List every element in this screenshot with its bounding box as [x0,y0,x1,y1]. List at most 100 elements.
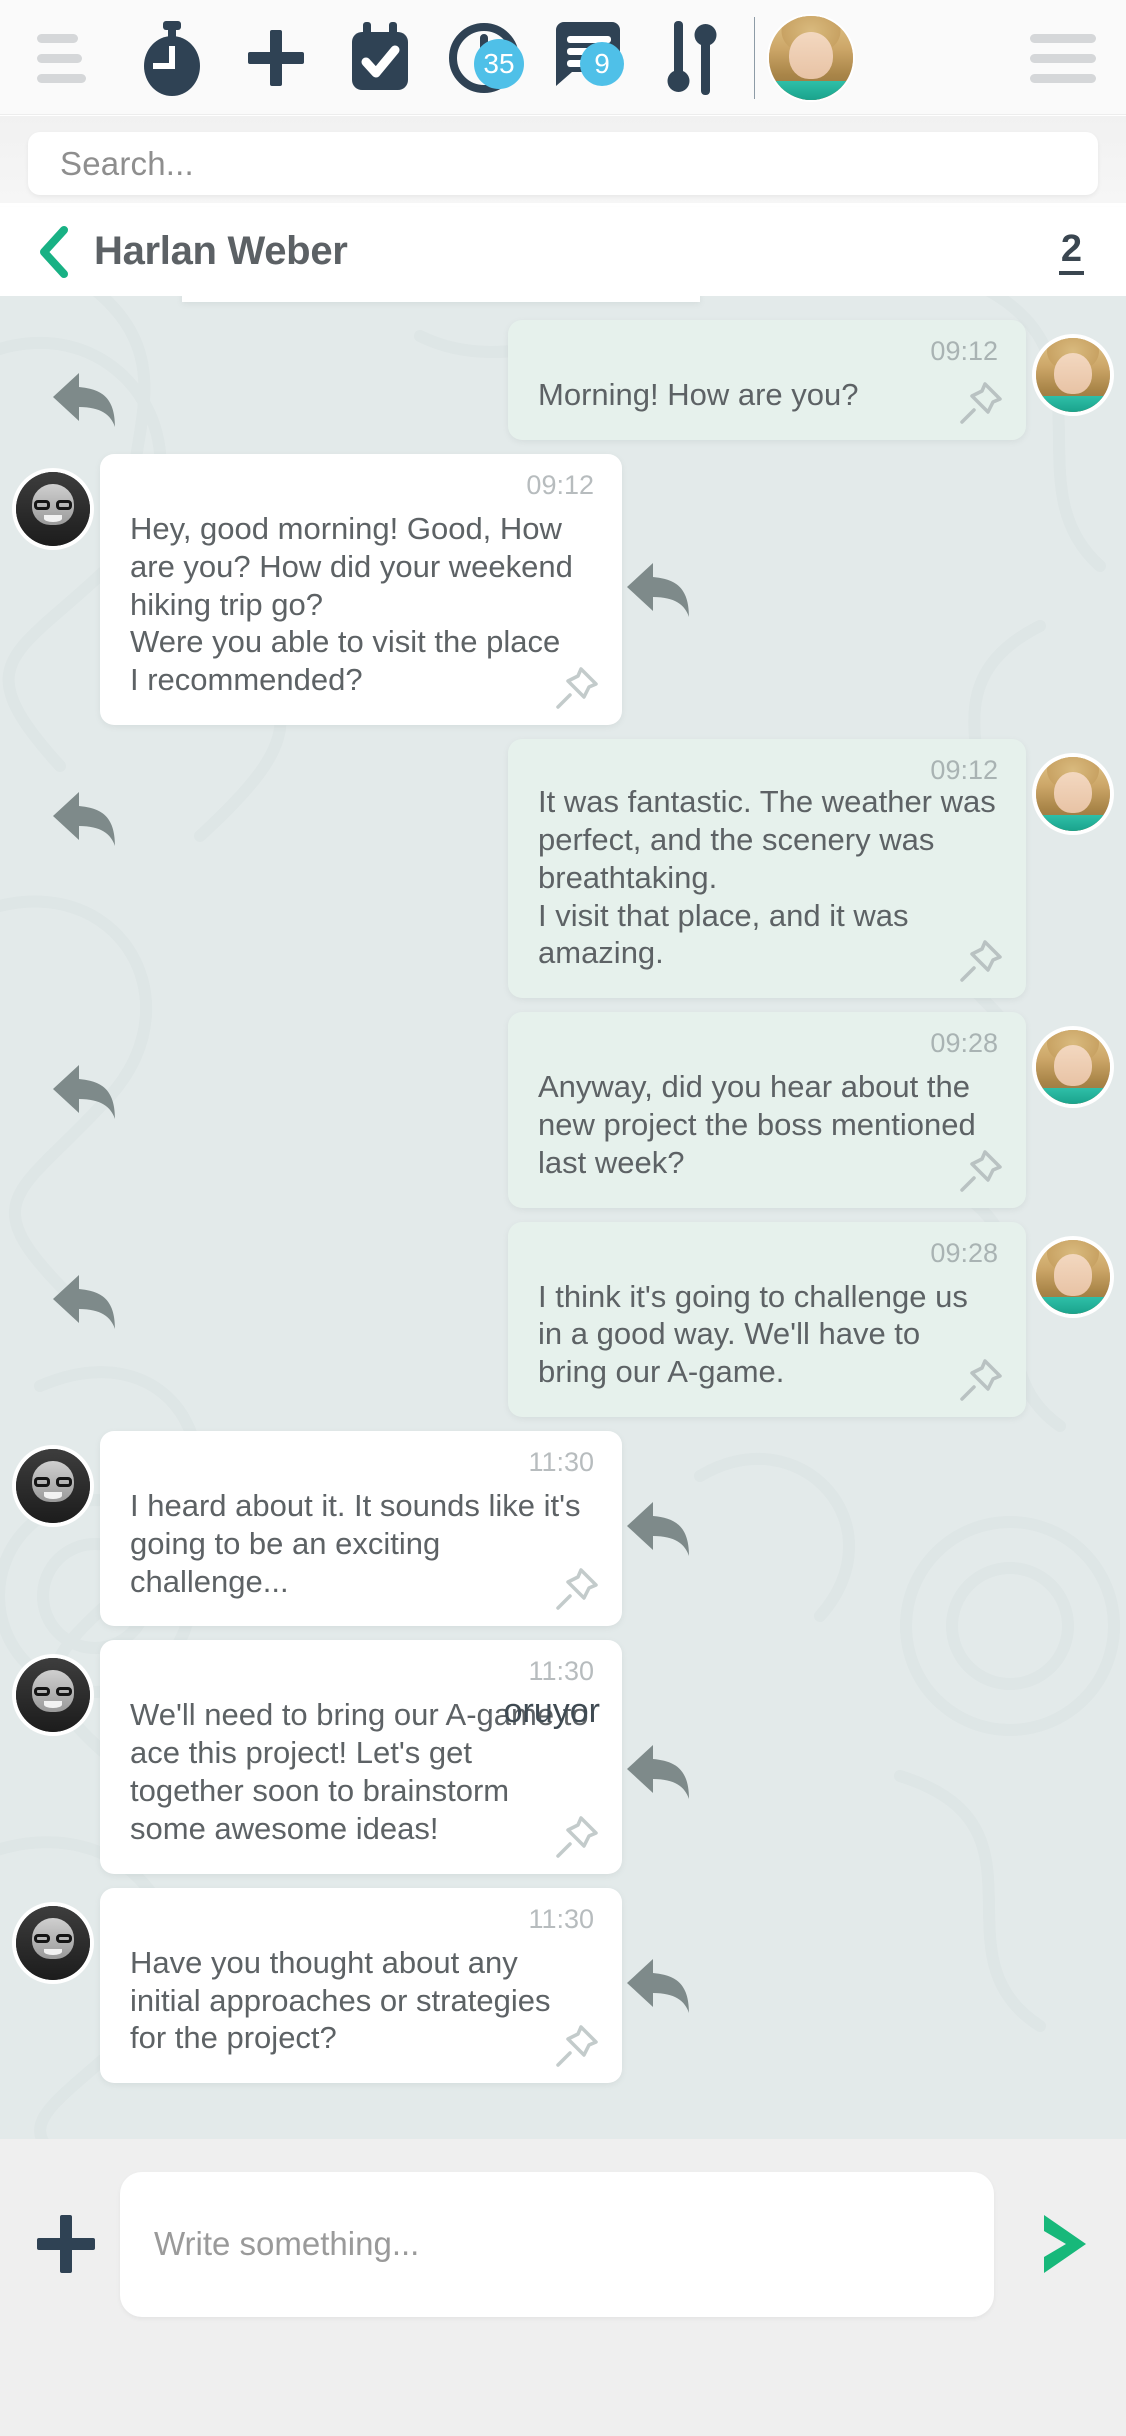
plus-icon[interactable] [224,0,328,115]
clock-badge: 35 [474,39,524,89]
message-time: 11:30 [528,1656,594,1687]
messages-scroll[interactable]: 09:12 Morning! How are you? 09:12 Hey, g… [0,296,1126,2139]
typing-indicator-text: oruyor [503,1692,600,1731]
reply-arrow-icon[interactable] [622,1950,696,2020]
unread-count[interactable]: 2 [1058,228,1084,275]
hamburger-bar [1030,73,1096,83]
glasses-icon [33,1686,73,1697]
avatar-smile [1065,381,1081,387]
table-row: 09:28 Anyway, did you hear about the new… [0,1012,1126,1208]
reply-arrow-icon[interactable] [48,783,122,853]
toolbar-divider [754,16,755,99]
chat-badge: 9 [580,42,624,86]
avatar-smile [802,64,820,71]
reply-arrow-icon[interactable] [622,554,696,624]
avatar-smile [1065,800,1081,806]
message-text: I heard about it. It sounds like it's go… [130,1488,581,1599]
hamburger-bar [37,33,78,43]
avatar-eyes [1059,368,1087,372]
reply-arrow-icon[interactable] [48,1056,122,1126]
list-item[interactable]: 11:30 Have you thought about any initial… [100,1887,622,2084]
calendar-check-icon[interactable] [328,0,432,115]
hamburger-icon[interactable] [22,30,104,86]
hamburger-bar [37,53,82,63]
sliders-icon[interactable] [640,0,744,115]
table-row: 11:30 Have you thought about any initial… [0,1887,1126,2084]
timer-icon[interactable] [120,0,224,115]
message-time: 11:30 [528,1903,594,1934]
search-placeholder: Search... [60,144,194,182]
list-item[interactable]: 09:12 It was fantastic. The weather was … [508,739,1026,999]
list-item[interactable]: 11:30 oruyor We'll need to bring our A-g… [100,1640,622,1874]
avatar-eyes [1059,1269,1087,1274]
reply-arrow-icon[interactable] [48,364,122,434]
avatar-eyes [1059,787,1087,791]
pin-icon[interactable] [554,1814,600,1860]
pin-icon[interactable] [554,665,600,711]
chevron-left-icon[interactable] [34,225,72,278]
send-icon[interactable] [1000,2189,1126,2299]
list-item[interactable]: 09:12 Morning! How are you? [508,320,1026,440]
message-text: I think it's going to challenge us in a … [538,1278,968,1390]
list-item[interactable]: 09:12 Hey, good morning! Good, How are y… [100,454,622,726]
plus-icon[interactable] [18,2196,114,2292]
pin-icon[interactable] [958,1357,1004,1403]
table-row: 11:30 oruyor We'll need to bring our A-g… [0,1640,1126,1874]
message-input-placeholder: Write something... [154,2225,420,2262]
table-row: 09:12 Morning! How are you? [0,320,1126,440]
menu-icon[interactable] [1022,30,1104,86]
pin-icon[interactable] [554,1566,600,1612]
chat-icon[interactable]: 9 [536,0,640,115]
search-section: Search... [0,116,1126,203]
pin-icon[interactable] [554,2023,600,2069]
message-text: Anyway, did you hear about the new proje… [538,1069,976,1180]
message-input[interactable]: Write something... [120,2171,994,2317]
message-time: 09:28 [930,1237,998,1268]
glasses-icon [33,500,73,510]
reply-arrow-icon[interactable] [622,1493,696,1563]
pin-icon[interactable] [958,1148,1004,1194]
avatar[interactable] [1036,338,1110,412]
message-list[interactable]: 09:12 Morning! How are you? 09:12 Hey, g… [0,296,1126,2139]
hamburger-bar [37,73,86,83]
reply-arrow-icon[interactable] [48,1266,122,1336]
avatar-smile [44,514,62,522]
avatar[interactable] [16,1449,90,1523]
avatar[interactable] [1036,757,1110,832]
toolbar-actions: 35 9 [120,0,853,115]
message-text: Hey, good morning! Good, How are you? Ho… [130,511,573,698]
avatar[interactable] [16,472,90,546]
avatar-shirt [769,81,853,100]
glasses-icon [33,1933,73,1944]
avatar-shirt [1036,1087,1110,1105]
avatar[interactable] [16,1905,90,1980]
message-text: Have you thought about any initial appro… [130,1944,551,2056]
avatar[interactable] [769,15,853,100]
avatar-smile [1065,1282,1081,1289]
avatar[interactable] [16,1658,90,1733]
hamburger-bar [1030,53,1096,63]
list-item[interactable]: 09:28 Anyway, did you hear about the new… [508,1012,1026,1208]
previous-message-partial [182,296,700,302]
list-item[interactable]: 09:28 I think it's going to challenge us… [508,1221,1026,1417]
search-input[interactable]: Search... [28,132,1098,195]
avatar-eyes [1059,1060,1087,1064]
message-text: It was fantastic. The weather was perfec… [538,784,996,971]
message-time: 09:12 [930,755,998,786]
pin-icon[interactable] [958,938,1004,984]
table-row: 09:28 I think it's going to challenge us… [0,1221,1126,1417]
avatar-smile [44,1701,62,1708]
avatar[interactable] [1036,1030,1110,1105]
page-title: Harlan Weber [94,229,348,273]
list-item[interactable]: 11:30 I heard about it. It sounds like i… [100,1431,622,1627]
table-row: 11:30 I heard about it. It sounds like i… [0,1431,1126,1627]
chat-header: Harlan Weber 2 [0,207,1126,296]
pin-icon[interactable] [958,380,1004,426]
clock-icon[interactable]: 35 [432,0,536,115]
reply-arrow-icon[interactable] [622,1736,696,1806]
message-time: 09:12 [930,336,998,366]
message-text: Morning! How are you? [538,377,859,412]
message-composer: Write something... [0,2139,1126,2436]
avatar[interactable] [1036,1239,1110,1314]
avatar-shirt [1036,814,1110,832]
